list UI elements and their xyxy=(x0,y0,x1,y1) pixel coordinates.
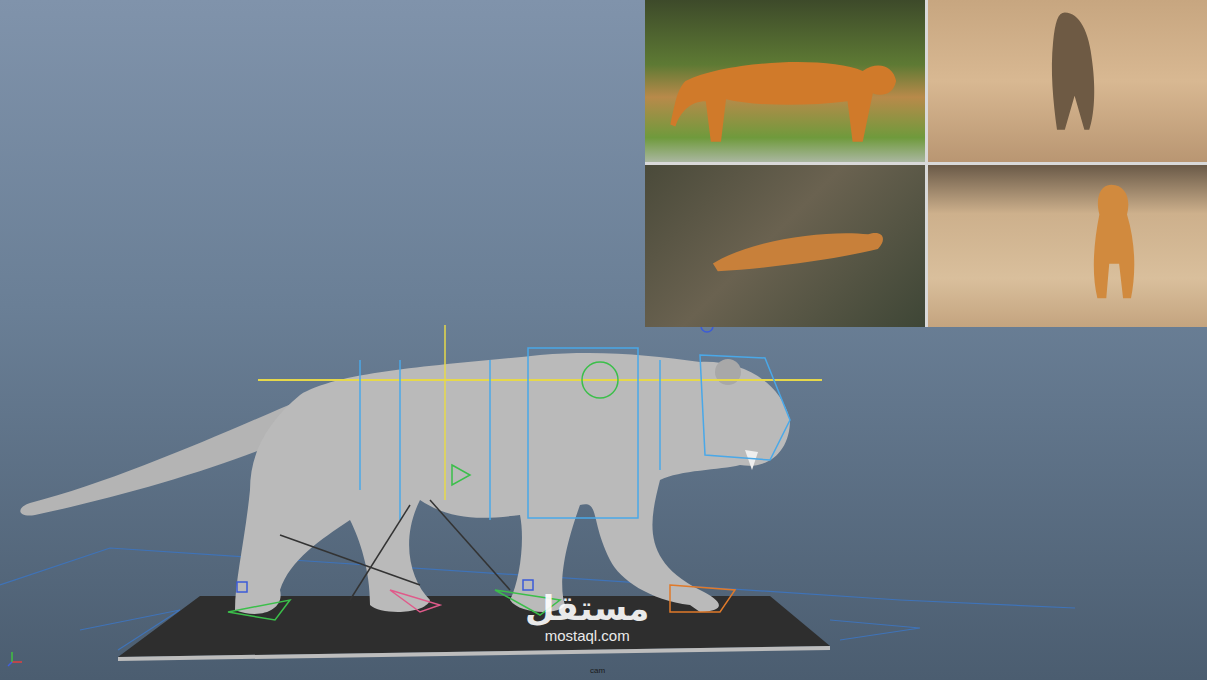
watermark-url: mostaql.com xyxy=(545,627,630,646)
axis-icon xyxy=(8,652,22,666)
watermark-logo: مستقل xyxy=(525,590,649,627)
tiger-mesh[interactable] xyxy=(235,353,790,614)
reference-photo-grid xyxy=(645,0,1207,327)
reference-photo-path-back xyxy=(928,0,1207,162)
tiger-figure xyxy=(645,165,925,327)
tiger-figure xyxy=(645,0,925,162)
camera-label: cam xyxy=(590,667,605,675)
reference-photo-path-front xyxy=(928,165,1207,327)
watermark: مستقلmostaql.com xyxy=(525,590,649,646)
maya-viewport[interactable]: cam مستقلmostaql.com xyxy=(0,0,1207,680)
reference-photo-grass xyxy=(645,0,925,162)
reference-photo-aerial xyxy=(645,165,925,327)
tiger-figure xyxy=(928,0,1207,162)
rig-controls[interactable] xyxy=(228,320,822,620)
tiger-figure xyxy=(928,165,1207,327)
